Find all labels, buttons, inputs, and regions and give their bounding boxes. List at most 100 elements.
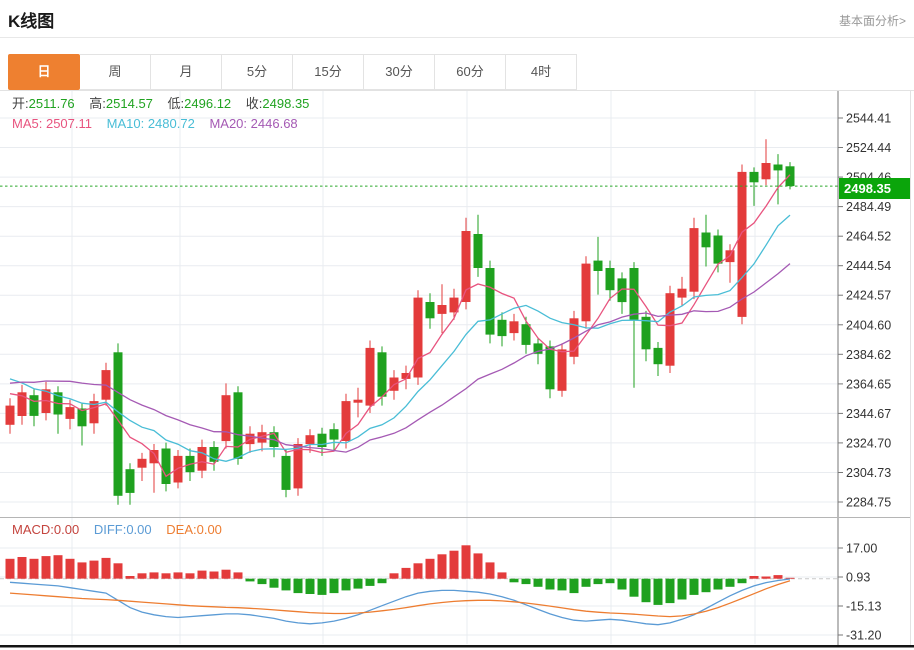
ma10-value: 2480.72: [148, 116, 195, 131]
candle-body[interactable]: [162, 449, 171, 485]
macd-bar: [222, 570, 231, 579]
fundamental-analysis-link[interactable]: 基本面分析>: [839, 12, 906, 29]
macd-bar: [714, 579, 723, 590]
candle-body[interactable]: [438, 305, 447, 314]
ma20-label: MA20:: [209, 116, 247, 131]
candle-body[interactable]: [126, 469, 135, 493]
macd-bar: [378, 579, 387, 584]
candle-body[interactable]: [762, 163, 771, 179]
price-axis-label: 2544.41: [846, 112, 891, 126]
dea-value: 0.00: [197, 522, 222, 537]
candle-body[interactable]: [522, 324, 531, 345]
tab-60分[interactable]: 60分: [435, 54, 506, 90]
candle-body[interactable]: [774, 165, 783, 171]
macd-readout: MACD:0.00 DIFF:0.00 DEA:0.00: [12, 522, 233, 537]
candle-body[interactable]: [546, 346, 555, 389]
macd-bar: [510, 579, 519, 583]
macd-bar: [18, 557, 27, 579]
candle-body[interactable]: [66, 407, 75, 419]
candle-body[interactable]: [558, 349, 567, 390]
price-axis-label: 2304.73: [846, 466, 891, 480]
candle-body[interactable]: [738, 172, 747, 317]
candle-body[interactable]: [486, 268, 495, 335]
candle-body[interactable]: [642, 317, 651, 350]
tab-5分[interactable]: 5分: [222, 54, 293, 90]
candle-body[interactable]: [702, 233, 711, 248]
macd-axis-label: -15.13: [846, 600, 881, 614]
tab-日[interactable]: 日: [8, 54, 80, 90]
diff-label: DIFF:: [94, 522, 127, 537]
macd-bar: [246, 579, 255, 582]
price-axis-label: 2444.54: [846, 259, 891, 273]
candle-body[interactable]: [306, 435, 315, 444]
candle-body[interactable]: [654, 348, 663, 364]
macd-bar: [282, 579, 291, 591]
macd-bar: [354, 579, 363, 589]
candle-body[interactable]: [426, 302, 435, 318]
candle-body[interactable]: [330, 429, 339, 439]
candle-body[interactable]: [666, 293, 675, 366]
candle-body[interactable]: [234, 392, 243, 459]
macd-bar: [402, 568, 411, 579]
high-label: 高:: [89, 96, 106, 111]
macd-label: MACD:: [12, 522, 54, 537]
tab-30分[interactable]: 30分: [364, 54, 435, 90]
close-value: 2498.35: [262, 96, 309, 111]
candle-body[interactable]: [582, 264, 591, 322]
candle-body[interactable]: [678, 289, 687, 298]
macd-bar: [738, 579, 747, 584]
macd-bar: [750, 576, 759, 579]
candle-body[interactable]: [714, 236, 723, 264]
low-label: 低:: [168, 96, 185, 111]
candle-body[interactable]: [30, 395, 39, 416]
macd-bar: [90, 561, 99, 579]
candle-body[interactable]: [174, 456, 183, 483]
macd-bar: [618, 579, 627, 590]
candle-body[interactable]: [138, 459, 147, 468]
candle-body[interactable]: [198, 447, 207, 471]
macd-bar: [690, 579, 699, 595]
candle-body[interactable]: [150, 450, 159, 463]
candle-body[interactable]: [366, 348, 375, 406]
candle-body[interactable]: [354, 400, 363, 403]
macd-axis-label: 0.93: [846, 571, 870, 585]
tab-月[interactable]: 月: [151, 54, 222, 90]
macd-bar: [78, 562, 87, 578]
candle-body[interactable]: [498, 320, 507, 336]
macd-bar: [534, 579, 543, 587]
candle-body[interactable]: [750, 172, 759, 182]
candle-body[interactable]: [414, 298, 423, 378]
current-price-tag: 2498.35: [839, 178, 910, 199]
candle-body[interactable]: [618, 278, 627, 302]
macd-bar: [594, 579, 603, 584]
candle-body[interactable]: [222, 395, 231, 441]
low-value: 2496.12: [184, 96, 231, 111]
candle-body[interactable]: [786, 166, 795, 186]
price-axis-label: 2344.67: [846, 407, 891, 421]
macd-bar: [606, 579, 615, 584]
macd-bar: [42, 556, 51, 579]
macd-bar: [330, 579, 339, 593]
open-value: 2511.76: [29, 96, 75, 111]
candle-body[interactable]: [6, 406, 15, 425]
candle-body[interactable]: [378, 352, 387, 396]
tab-4时[interactable]: 4时: [506, 54, 577, 90]
candle-body[interactable]: [690, 228, 699, 292]
macd-bar: [546, 579, 555, 590]
ma10-label: MA10:: [107, 116, 145, 131]
macd-bar: [702, 579, 711, 593]
macd-bar: [138, 573, 147, 578]
tab-15分[interactable]: 15分: [293, 54, 364, 90]
macd-bar: [558, 579, 567, 591]
candle-body[interactable]: [282, 456, 291, 490]
candle-body[interactable]: [606, 268, 615, 290]
candle-body[interactable]: [474, 234, 483, 268]
macd-bar: [318, 579, 327, 595]
candle-body[interactable]: [510, 321, 519, 333]
ma5-label: MA5:: [12, 116, 42, 131]
candle-body[interactable]: [594, 261, 603, 271]
candle-body[interactable]: [342, 401, 351, 441]
tab-周[interactable]: 周: [80, 54, 151, 90]
macd-bar: [270, 579, 279, 588]
macd-bar: [210, 572, 219, 579]
